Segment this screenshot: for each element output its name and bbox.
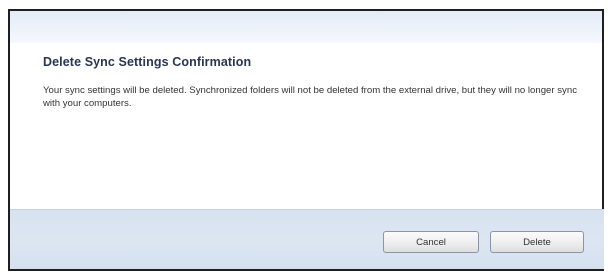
dialog-title: Delete Sync Settings Confirmation	[43, 55, 252, 69]
dialog-message: Your sync settings will be deleted. Sync…	[43, 85, 577, 109]
cancel-button[interactable]: Cancel	[383, 231, 479, 253]
dialog-header-band	[10, 11, 602, 43]
delete-button[interactable]: Delete	[490, 231, 584, 253]
